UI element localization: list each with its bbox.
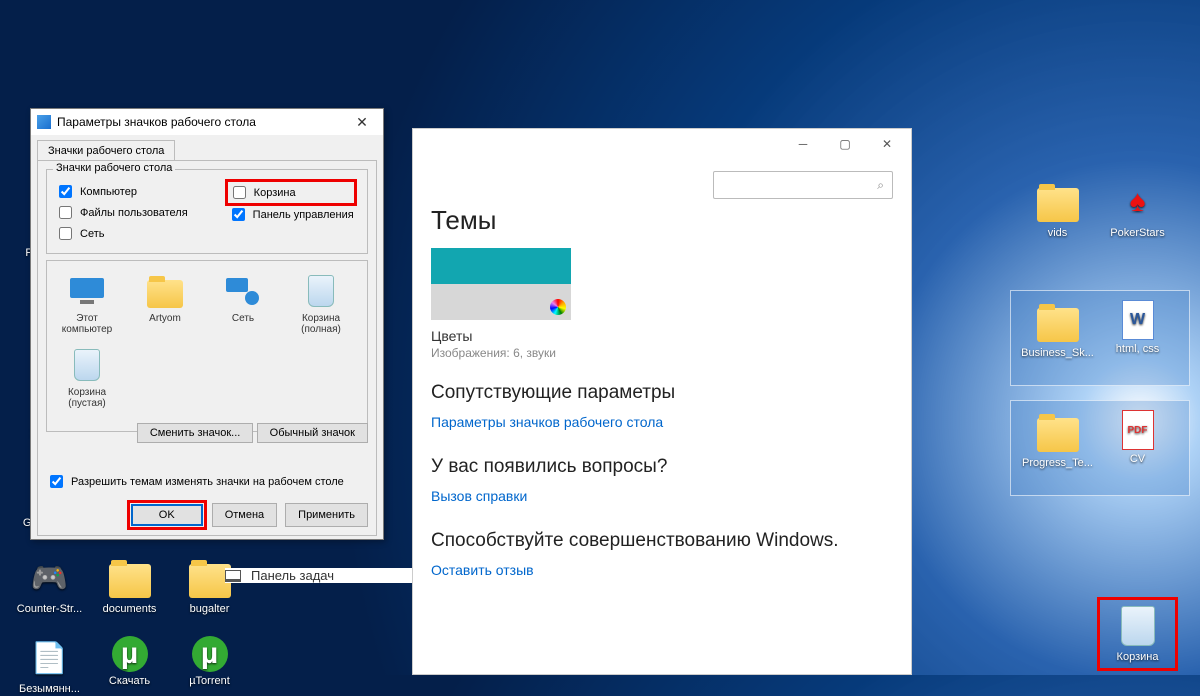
ok-button[interactable]: OK [132, 505, 202, 525]
change-icon-button[interactable]: Сменить значок... [137, 423, 254, 443]
theme-thumbnail[interactable] [431, 248, 571, 320]
questions-heading: У вас появились вопросы? [431, 456, 893, 478]
icon-network[interactable]: Сеть [213, 271, 273, 335]
close-button[interactable]: ✕ [869, 131, 905, 157]
checkbox-allow-themes[interactable]: Разрешить темам изменять значки на рабоч… [46, 472, 368, 491]
settings-heading: Темы [431, 205, 893, 236]
desktop-icon-folder[interactable]: bugalter [172, 556, 247, 616]
icon-user[interactable]: Artyom [135, 271, 195, 335]
feedback-link[interactable]: Оставить отзыв [431, 562, 534, 578]
related-heading: Сопутствующие параметры [431, 382, 893, 404]
desktop-icon-doc[interactable]: Whtml, css [1100, 300, 1175, 356]
taskbar-nav-item[interactable]: Панель задач [225, 568, 412, 583]
dialog-title: Параметры значков рабочего стола [57, 115, 256, 129]
desktop-icon[interactable]: 🎮Counter-Str... [12, 556, 87, 616]
desktop-icon-recycle-bin[interactable]: Корзина [1100, 600, 1175, 668]
improve-heading: Способствуйте совершенствованию Windows. [431, 530, 893, 552]
icon-recycle-full[interactable]: Корзина (полная) [291, 271, 351, 335]
checkbox-userfiles[interactable]: Файлы пользователя [55, 203, 188, 222]
desktop-icon-utorrent[interactable]: µСкачать [92, 636, 167, 688]
desktop-icon-settings-dialog: Параметры значков рабочего стола ✕ Значк… [30, 108, 384, 540]
tab-desktop-icons[interactable]: Значки рабочего стола [37, 140, 175, 161]
default-icon-button[interactable]: Обычный значок [257, 423, 368, 443]
checkbox-recycle-bin[interactable]: Корзина [228, 182, 354, 203]
checkbox-computer[interactable]: Компьютер [55, 182, 188, 201]
taskbar-icon [225, 570, 241, 582]
settings-titlebar: ─ ▢ ✕ [413, 129, 911, 159]
desktop-icon-folder[interactable]: Progress_Te... [1020, 410, 1095, 470]
settings-window: ─ ▢ ✕ ⌕ Темы Цветы Изображения: 6, звуки… [412, 128, 912, 675]
help-link[interactable]: Вызов справки [431, 488, 527, 504]
checkbox-control-panel[interactable]: Панель управления [228, 205, 354, 224]
dialog-body: Значки рабочего стола Компьютер Файлы по… [37, 160, 377, 536]
dialog-icon [37, 115, 51, 129]
desktop-icon-utorrent[interactable]: µµTorrent [172, 636, 247, 688]
search-icon: ⌕ [877, 178, 884, 193]
desktop-icon[interactable]: 📄Безымянн... [12, 636, 87, 696]
icon-recycle-empty[interactable]: Корзина (пустая) [57, 345, 117, 409]
icon-this-pc[interactable]: Этот компьютер [57, 271, 117, 335]
theme-name: Цветы [431, 328, 893, 344]
close-button[interactable]: ✕ [347, 114, 377, 131]
desktop-icon-folder[interactable]: Business_Sk... [1020, 300, 1095, 360]
desktop-icon-folder[interactable]: vids [1020, 180, 1095, 240]
icon-preview-box: Этот компьютер Artyom Сеть Корзина (полн… [46, 260, 368, 432]
desktop-icon-settings-link[interactable]: Параметры значков рабочего стола [431, 414, 663, 430]
apply-button[interactable]: Применить [285, 503, 368, 527]
dialog-titlebar: Параметры значков рабочего стола ✕ [31, 109, 383, 135]
minimize-button[interactable]: ─ [785, 131, 821, 157]
desktop-icon-folder[interactable]: documents [92, 556, 167, 616]
desktop-icon-pokerstars[interactable]: ♠PokerStars [1100, 180, 1175, 240]
desktop-icon-pdf[interactable]: PDFCV [1100, 410, 1175, 466]
group-title: Значки рабочего стола [53, 162, 175, 174]
desktop-icons-group: Значки рабочего стола Компьютер Файлы по… [46, 169, 368, 254]
theme-subtitle: Изображения: 6, звуки [431, 346, 893, 360]
maximize-button[interactable]: ▢ [827, 131, 863, 157]
settings-search-input[interactable]: ⌕ [713, 171, 893, 199]
cancel-button[interactable]: Отмена [212, 503, 277, 527]
checkbox-network[interactable]: Сеть [55, 224, 188, 243]
dialog-footer: OK Отмена Применить [130, 503, 368, 527]
